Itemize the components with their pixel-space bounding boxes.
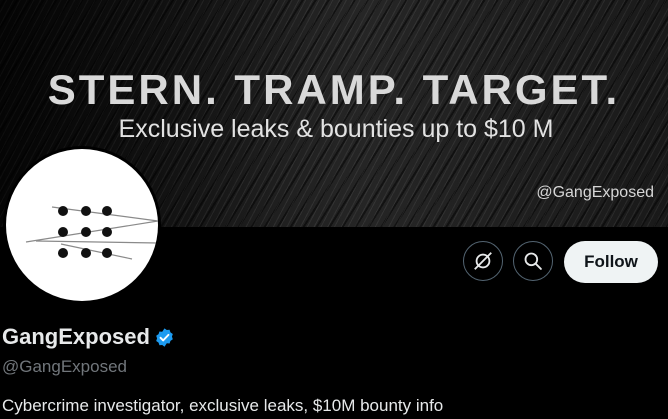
avatar-logo-icon [25,206,158,260]
banner-handle-watermark: @GangExposed [536,184,654,201]
avatar-image [6,149,158,301]
avatar[interactable] [3,146,161,304]
grok-icon [474,252,492,270]
profile-handle: @GangExposed [2,357,128,376]
banner-subline: Exclusive leaks & bounties up to $10 M [118,115,554,143]
display-name: GangExposed [2,324,150,349]
verified-badge-icon[interactable] [154,327,175,348]
follow-button[interactable]: Follow [564,241,658,283]
profile-name-row: GangExposed [2,324,175,350]
search-button[interactable] [513,241,553,281]
grok-button[interactable] [463,241,503,281]
search-icon [524,252,542,270]
profile-bio: Cybercrime investigator, exclusive leaks… [2,396,444,415]
banner-headline: STERN. TRAMP. TARGET. [47,66,621,113]
